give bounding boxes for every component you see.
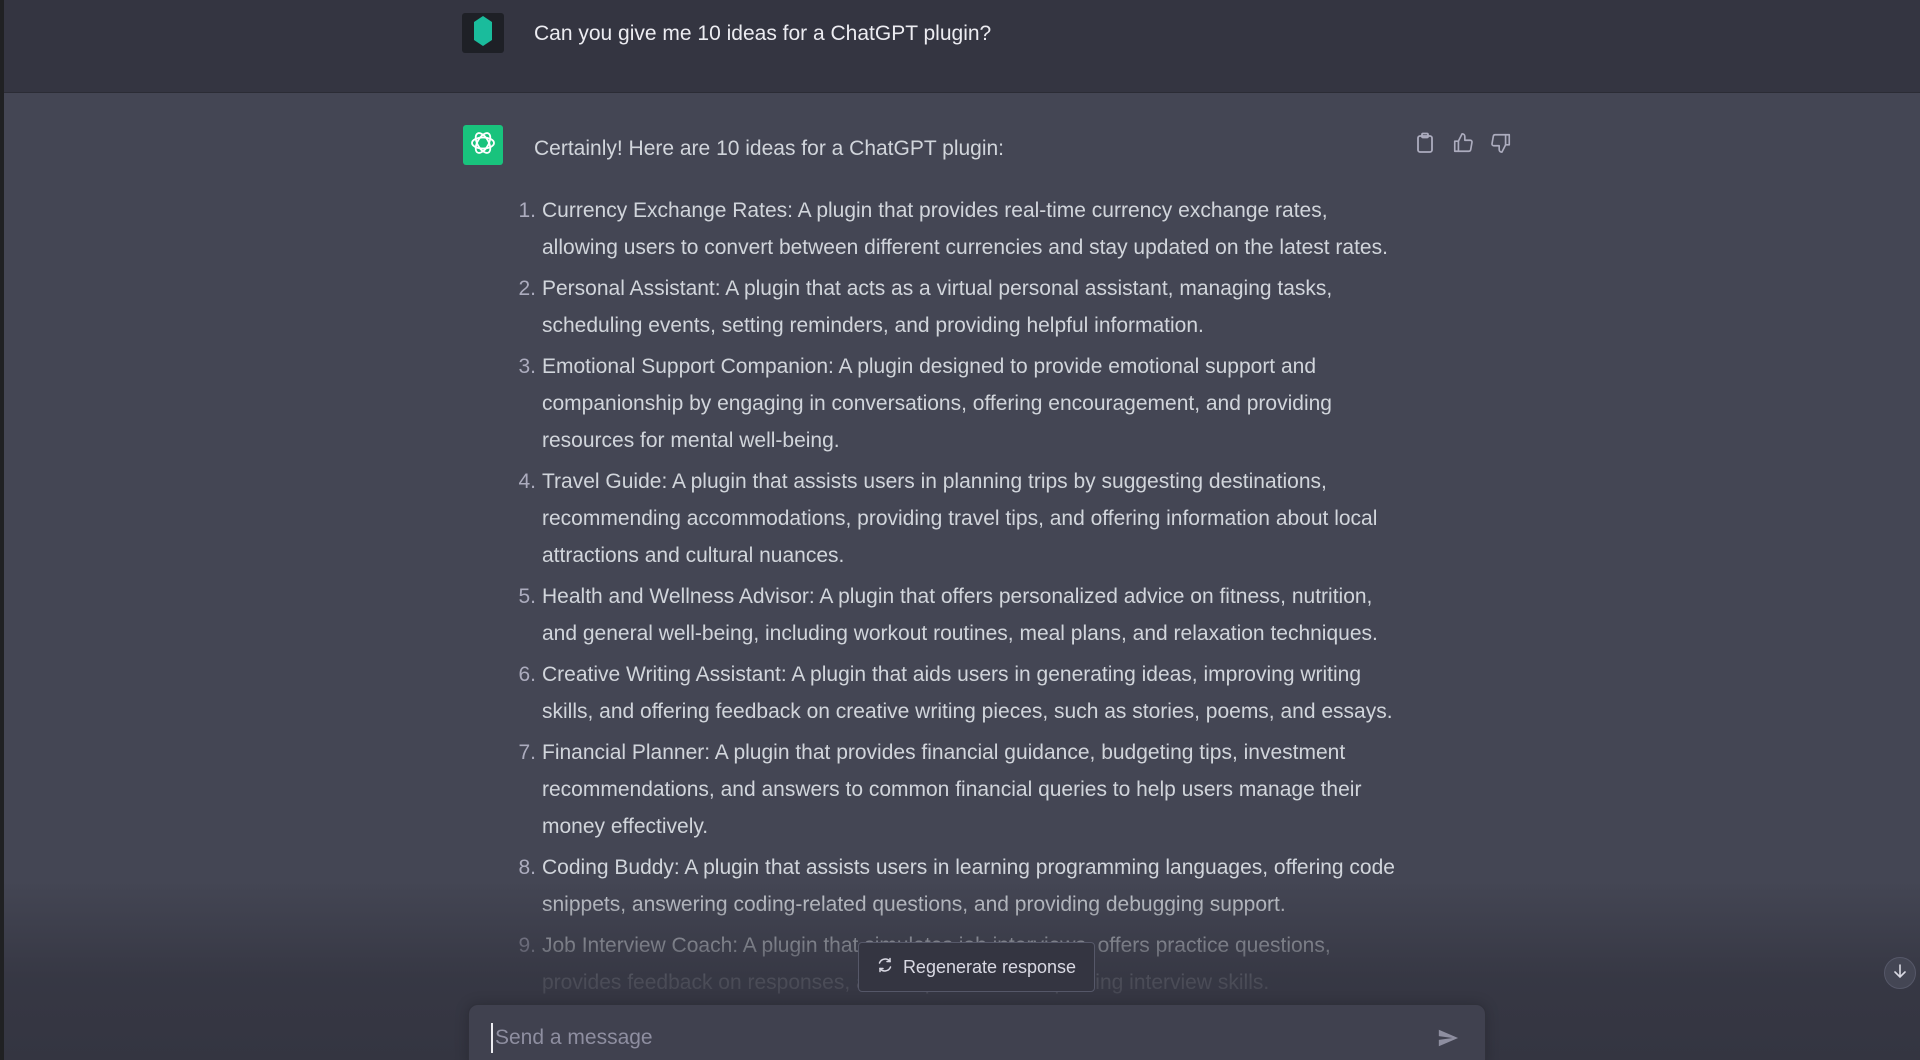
user-avatar bbox=[462, 13, 504, 53]
regenerate-label: Regenerate response bbox=[902, 956, 1077, 977]
sidebar-edge bbox=[0, 0, 4, 1060]
assistant-avatar bbox=[463, 125, 503, 165]
idea-number: 3. bbox=[518, 355, 536, 378]
idea-list-item: 3. Emotional Support Companion: A plugin … bbox=[518, 348, 1402, 459]
refresh-icon bbox=[877, 957, 893, 978]
idea-list-item: 8. Coding Buddy: A plugin that assists us… bbox=[518, 849, 1402, 923]
idea-list-item: 2. Personal Assistant: A plugin that acts… bbox=[518, 270, 1402, 344]
user-message-row: Can you give me 10 ideas for a ChatGPT p… bbox=[4, 0, 1920, 93]
idea-number: 6. bbox=[518, 663, 536, 686]
idea-list-item: 7. Financial Planner: A plugin that provi… bbox=[518, 734, 1402, 845]
scroll-to-bottom-button[interactable] bbox=[1884, 957, 1916, 989]
idea-list-item: 4. Travel Guide: A plugin that assists us… bbox=[518, 463, 1402, 574]
idea-text: Travel Guide: A plugin that assists user… bbox=[542, 470, 1378, 567]
idea-text: Personal Assistant: A plugin that acts a… bbox=[542, 277, 1333, 337]
openai-logo-icon bbox=[469, 129, 497, 162]
idea-list-item: 1. Currency Exchange Rates: A plugin that… bbox=[518, 192, 1402, 266]
message-composer bbox=[468, 1004, 1486, 1060]
idea-text: Coding Buddy: A plugin that assists user… bbox=[542, 856, 1395, 916]
idea-number: 8. bbox=[518, 856, 536, 879]
copy-icon[interactable] bbox=[1412, 130, 1438, 156]
idea-list-item: 5. Health and Wellness Advisor: A plugin … bbox=[518, 578, 1402, 652]
user-message-text: Can you give me 10 ideas for a ChatGPT p… bbox=[534, 22, 992, 45]
thumbs-down-icon[interactable] bbox=[1488, 130, 1514, 156]
idea-number: 7. bbox=[518, 741, 536, 764]
ideas-list: 1. Currency Exchange Rates: A plugin that… bbox=[507, 192, 1402, 1046]
idea-list-item: 6. Creative Writing Assistant: A plugin t… bbox=[518, 656, 1402, 730]
assistant-intro-text: Certainly! Here are 10 ideas for a ChatG… bbox=[534, 137, 1005, 160]
idea-text: Creative Writing Assistant: A plugin tha… bbox=[542, 663, 1393, 723]
idea-number: 4. bbox=[518, 470, 536, 493]
idea-number: 2. bbox=[518, 277, 536, 300]
send-icon bbox=[1437, 1027, 1459, 1054]
message-actions bbox=[1412, 130, 1514, 156]
user-hexagon-icon bbox=[473, 15, 493, 52]
idea-text: Financial Planner: A plugin that provide… bbox=[542, 741, 1362, 838]
idea-text: Currency Exchange Rates: A plugin that p… bbox=[542, 199, 1388, 259]
idea-text: Health and Wellness Advisor: A plugin th… bbox=[542, 585, 1378, 645]
regenerate-response-button[interactable]: Regenerate response bbox=[858, 942, 1095, 992]
idea-number: 9. bbox=[518, 934, 536, 957]
idea-number: 1. bbox=[518, 199, 536, 222]
idea-text: Emotional Support Companion: A plugin de… bbox=[542, 355, 1332, 452]
idea-number: 5. bbox=[518, 585, 536, 608]
send-button[interactable] bbox=[1433, 1025, 1463, 1055]
arrow-down-icon bbox=[1892, 963, 1908, 984]
message-input[interactable] bbox=[491, 1023, 1391, 1053]
thumbs-up-icon[interactable] bbox=[1450, 130, 1476, 156]
